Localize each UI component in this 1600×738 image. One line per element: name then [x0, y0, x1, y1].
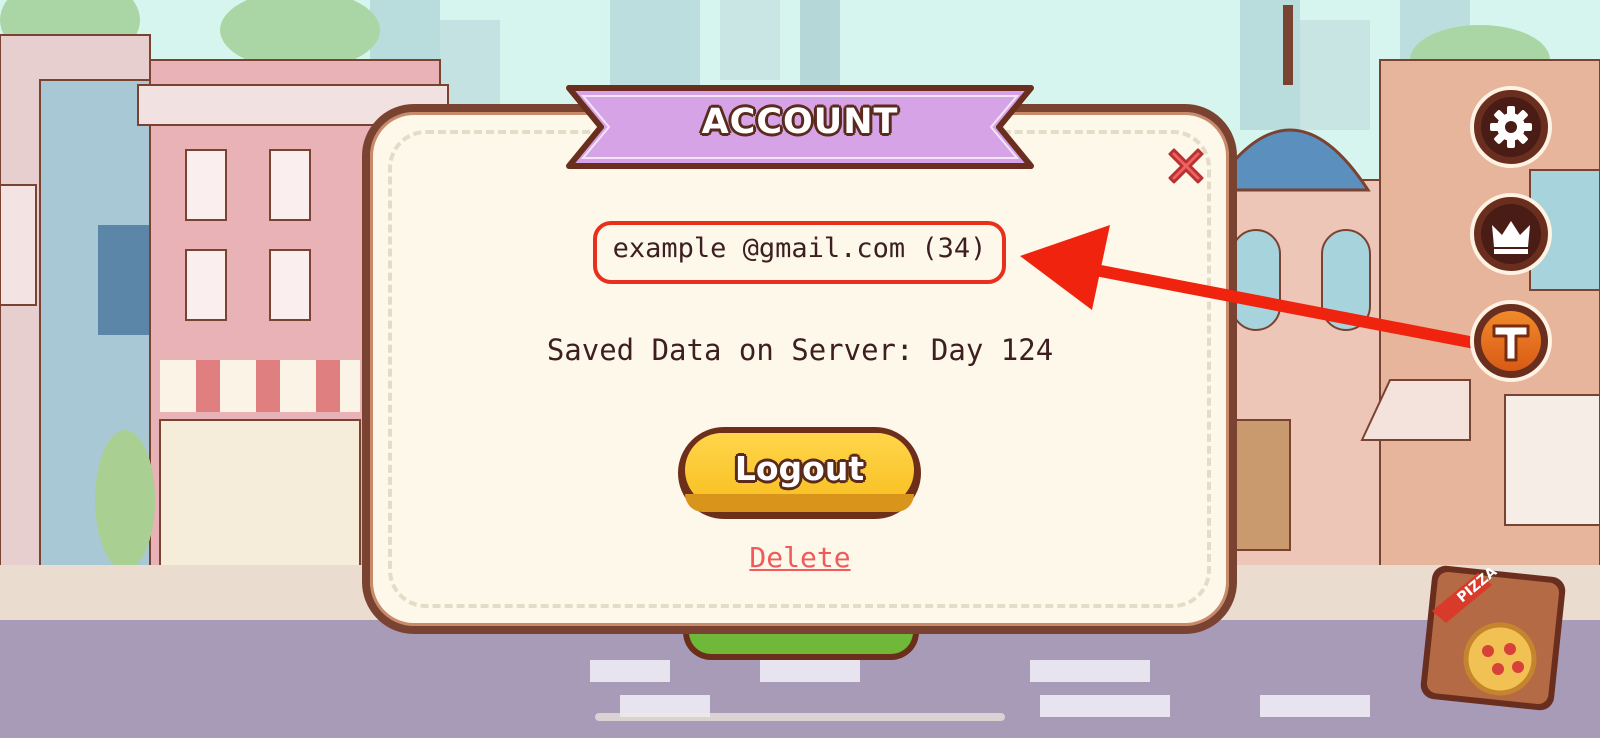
home-indicator: [595, 713, 1005, 721]
pizza-box-icon[interactable]: PIZZA: [1418, 563, 1568, 713]
rankings-button[interactable]: [1470, 193, 1552, 275]
crown-icon: [1492, 221, 1530, 254]
account-button[interactable]: [1470, 300, 1552, 382]
settings-button[interactable]: [1470, 86, 1552, 168]
t-icon: [1492, 324, 1530, 362]
annotation-arrow: [1020, 225, 1486, 350]
gear-icon: [1490, 106, 1532, 148]
